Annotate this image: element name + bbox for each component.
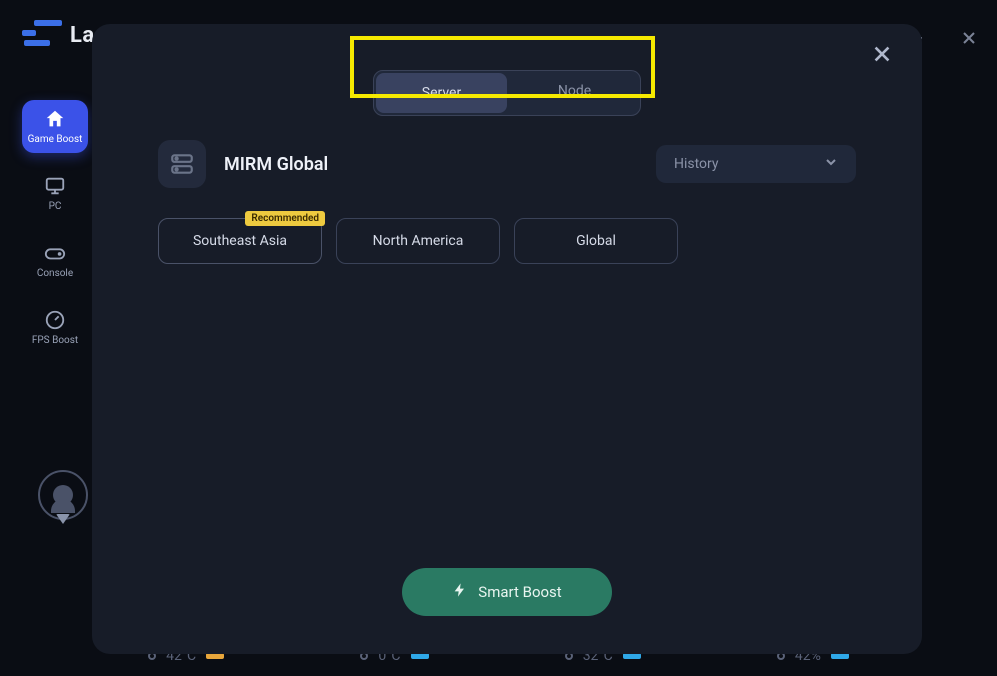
- gauge-icon: [44, 309, 66, 331]
- region-button-north-america[interactable]: North America: [336, 218, 500, 264]
- monitor-icon: [44, 175, 66, 197]
- tab-server[interactable]: Server: [376, 73, 507, 113]
- tab-label: Node: [558, 83, 591, 99]
- smart-boost-button[interactable]: Smart Boost: [402, 568, 612, 616]
- gamepad-icon: [44, 242, 66, 264]
- game-header-row: MIRM Global History: [128, 140, 886, 188]
- smart-boost-label: Smart Boost: [478, 583, 561, 601]
- sidebar-item-pc[interactable]: PC: [22, 167, 88, 220]
- sidebar-item-console[interactable]: Console: [22, 234, 88, 287]
- tab-label: Server: [422, 85, 461, 101]
- tab-node[interactable]: Node: [509, 71, 640, 115]
- region-name: North America: [373, 233, 464, 249]
- lightning-icon: [452, 582, 468, 602]
- region-list: Recommended Southeast Asia North America…: [128, 218, 886, 264]
- recommended-badge: Recommended: [245, 211, 325, 226]
- history-label: History: [674, 156, 719, 172]
- sidebar: Game Boost PC Console FPS Boost: [22, 100, 88, 354]
- person-icon: [53, 485, 73, 505]
- region-button-global[interactable]: Global: [514, 218, 678, 264]
- sidebar-item-label: PC: [49, 201, 62, 212]
- avatar[interactable]: [38, 470, 88, 520]
- sidebar-item-label: Console: [37, 268, 73, 279]
- history-dropdown[interactable]: History: [656, 145, 856, 183]
- logo-mark-icon: [22, 20, 62, 50]
- close-button[interactable]: [961, 30, 977, 46]
- sidebar-item-game-boost[interactable]: Game Boost: [22, 100, 88, 153]
- server-select-modal: Server Node MIRM Global History Recommen…: [92, 24, 922, 654]
- mode-tabs: Server Node: [373, 70, 641, 116]
- modal-close-button[interactable]: [872, 44, 892, 64]
- region-name: Southeast Asia: [193, 233, 287, 249]
- region-name: Global: [576, 233, 616, 249]
- sidebar-item-fps-boost[interactable]: FPS Boost: [22, 301, 88, 354]
- game-title: MIRM Global: [224, 154, 328, 175]
- region-button-southeast-asia[interactable]: Recommended Southeast Asia: [158, 218, 322, 264]
- sidebar-item-label: FPS Boost: [32, 335, 78, 346]
- house-icon: [44, 108, 66, 130]
- sidebar-item-label: Game Boost: [28, 134, 83, 145]
- chevron-down-icon: [824, 155, 838, 173]
- server-stack-icon: [158, 140, 206, 188]
